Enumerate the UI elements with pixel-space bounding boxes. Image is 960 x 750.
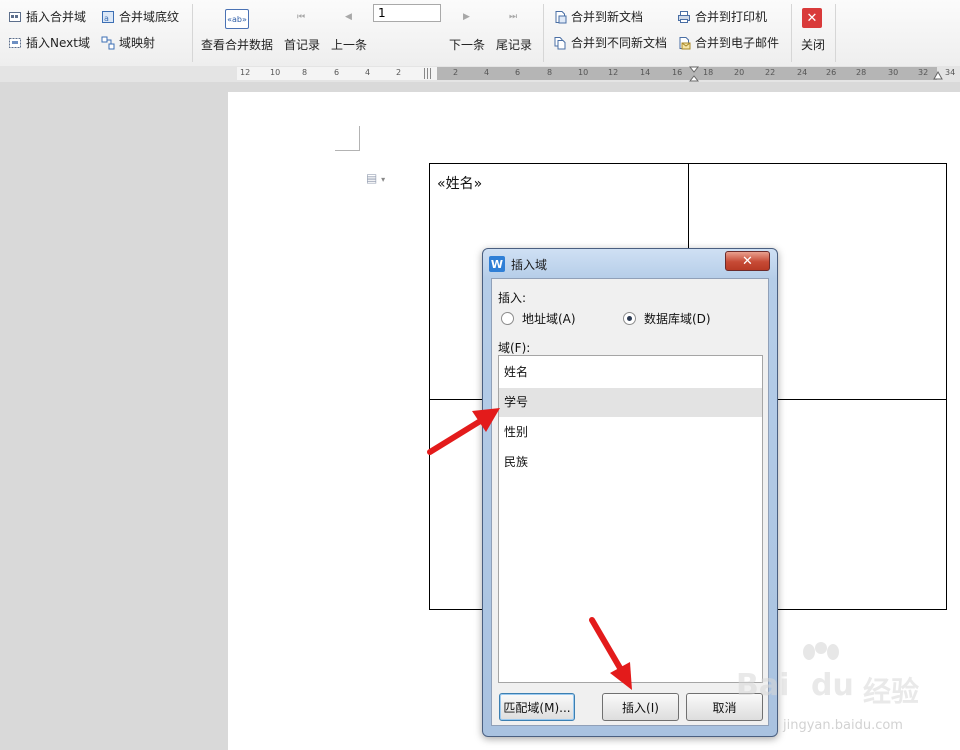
arrow-to-insert <box>589 617 632 690</box>
watermark-brand: Bai <box>736 668 790 703</box>
watermark-paw-text: du <box>811 668 854 703</box>
watermark-product: 经验 <box>863 675 920 708</box>
baidu-watermark: Bai du 经验 jingyan.baidu.com <box>733 640 958 748</box>
annotation-arrows <box>427 408 632 690</box>
watermark-url: jingyan.baidu.com <box>783 718 903 733</box>
arrow-to-field <box>427 408 500 455</box>
